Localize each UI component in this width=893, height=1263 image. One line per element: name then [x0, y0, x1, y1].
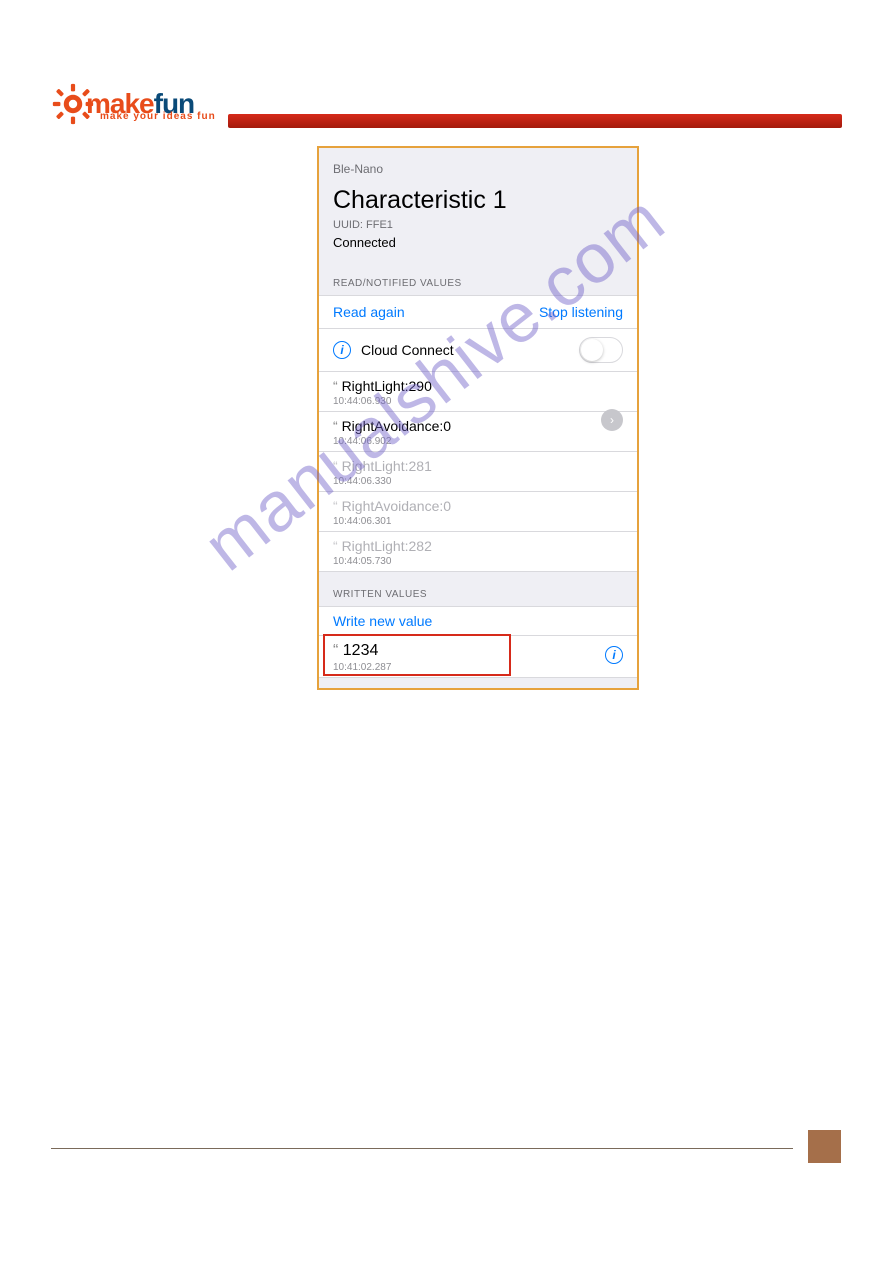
read-value-row: RightLight:290 10:44:06.930 — [319, 371, 637, 412]
read-value-row: RightAvoidance:0 10:44:06.902 — [319, 411, 637, 452]
cloud-connect-label: Cloud Connect — [361, 342, 454, 358]
written-value-text: 1234 — [333, 642, 623, 660]
read-value-timestamp: 10:44:06.330 — [333, 476, 623, 487]
characteristic-title: Characteristic 1 — [333, 186, 623, 215]
read-value-text: RightAvoidance:0 — [333, 498, 623, 514]
device-name: Ble-Nano — [333, 162, 623, 176]
write-action-row: Write new value — [319, 606, 637, 636]
connection-status: Connected — [333, 235, 623, 250]
characteristic-header: Ble-Nano Characteristic 1 UUID: FFE1 Con… — [319, 148, 637, 260]
read-value-text: RightLight:282 — [333, 538, 623, 554]
chevron-right-icon[interactable]: › — [601, 409, 623, 431]
read-value-text: RightLight:281 — [333, 458, 623, 474]
info-icon[interactable]: i — [605, 646, 623, 664]
written-value-timestamp: 10:41:02.287 — [333, 662, 623, 673]
stop-listening-link[interactable]: Stop listening — [539, 304, 623, 320]
logo-tagline: make your ideas fun — [100, 111, 216, 122]
uuid-label: UUID: FFE1 — [333, 219, 623, 231]
written-section-header: WRITTEN VALUES — [319, 571, 637, 606]
document-page: makefun make your ideas fun Ble-Nano Cha… — [0, 0, 893, 1263]
read-value-text: RightLight:290 — [333, 378, 623, 394]
read-value-row: RightAvoidance:0 10:44:06.301 — [319, 491, 637, 532]
written-value-row: 1234 10:41:02.287 i — [319, 635, 637, 678]
page-number-box — [808, 1130, 841, 1163]
cloud-connect-row: i Cloud Connect — [319, 328, 637, 372]
gear-icon — [52, 83, 94, 125]
footer-rule — [51, 1148, 793, 1149]
info-icon[interactable]: i — [333, 341, 351, 359]
read-values-list: RightLight:290 10:44:06.930 › RightAvoid… — [319, 371, 637, 572]
read-section-header: READ/NOTIFIED VALUES — [319, 260, 637, 295]
write-new-value-link[interactable]: Write new value — [333, 613, 432, 629]
read-value-text: RightAvoidance:0 — [333, 418, 623, 434]
brand-logo: makefun make your ideas fun — [52, 75, 232, 133]
read-actions-row: Read again Stop listening — [319, 295, 637, 329]
read-value-timestamp: 10:44:05.730 — [333, 556, 623, 567]
read-value-timestamp: 10:44:06.902 — [333, 436, 623, 447]
read-value-timestamp: 10:44:06.930 — [333, 396, 623, 407]
phone-screenshot: Ble-Nano Characteristic 1 UUID: FFE1 Con… — [317, 146, 639, 690]
header-divider — [228, 114, 842, 128]
read-again-link[interactable]: Read again — [333, 304, 405, 320]
read-value-row: RightLight:281 10:44:06.330 — [319, 451, 637, 492]
cloud-connect-toggle[interactable] — [579, 337, 623, 363]
read-value-row: RightLight:282 10:44:05.730 — [319, 531, 637, 572]
read-value-timestamp: 10:44:06.301 — [333, 516, 623, 527]
